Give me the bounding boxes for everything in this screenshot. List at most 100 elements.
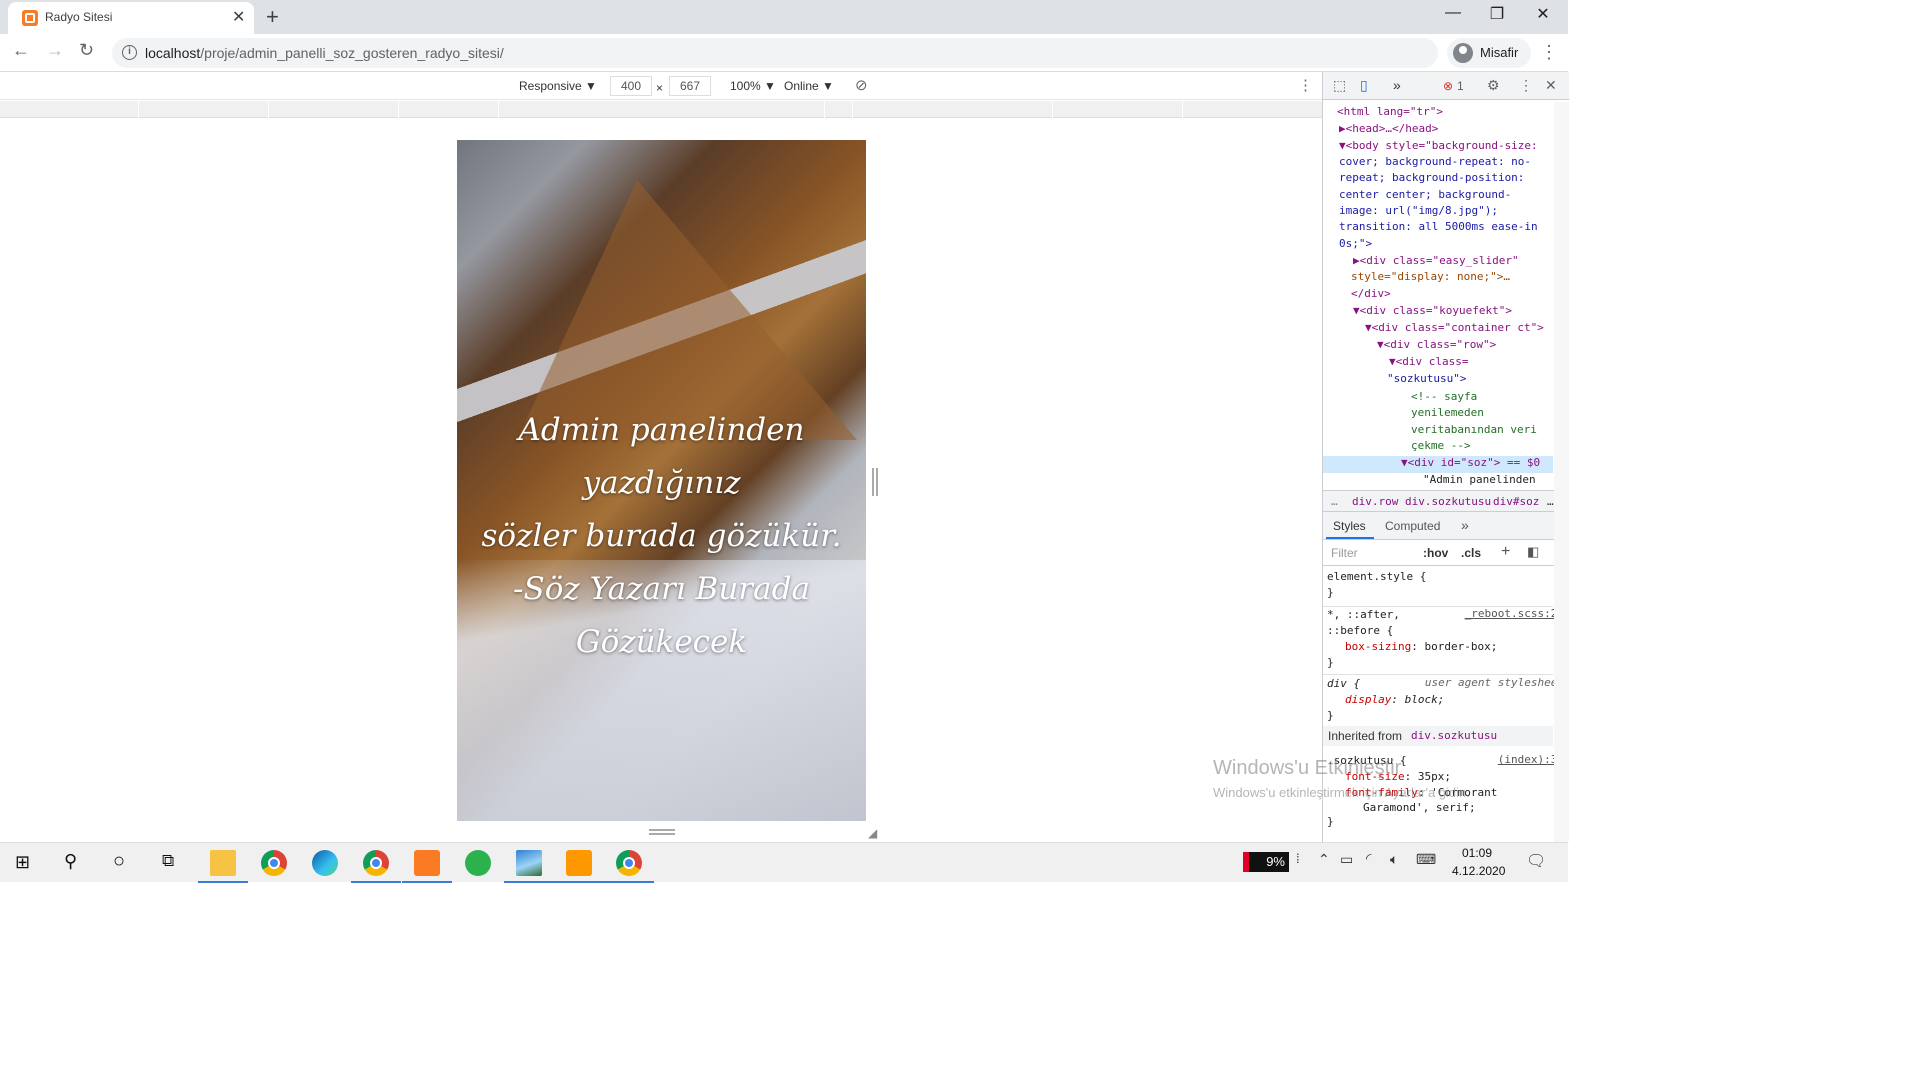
add-rule-icon[interactable]: + [1501,543,1510,561]
breadcrumb-item[interactable]: div.row [1352,495,1398,508]
cortana-icon[interactable]: ○ [113,850,125,873]
address-bar[interactable]: i localhost/proje/admin_panelli_soz_gost… [112,38,1438,68]
task-view-icon[interactable]: ⧉ [162,851,174,871]
inspect-icon[interactable]: ⬚ [1333,77,1346,94]
error-icon[interactable]: ⊗ [1443,79,1453,93]
xampp-icon[interactable] [402,850,452,883]
rule-selector[interactable]: ::before { [1327,623,1393,639]
profile-button[interactable]: Misafir [1447,38,1531,68]
tree-line[interactable]: veritabanından veri [1411,422,1537,438]
clock-time[interactable]: 01:09 [1462,846,1492,860]
back-icon[interactable]: ← [12,40,30,61]
tree-line[interactable]: 0s;"> [1339,236,1372,252]
cls-toggle[interactable]: .cls [1461,546,1481,560]
hov-toggle[interactable]: :hov [1423,546,1448,560]
close-devtools-icon[interactable]: ✕ [1545,77,1557,94]
tree-line[interactable]: ▼<body style="background-size: [1339,138,1538,154]
tree-line[interactable]: <html lang="tr"> [1337,104,1443,120]
tab-computed[interactable]: Computed [1385,519,1440,533]
tree-line-selected[interactable]: ▼<div id="soz"> == $0 [1401,455,1540,471]
browser-tab[interactable]: Radyo Sitesi ✕ [8,2,254,34]
elements-tree[interactable]: <html lang="tr"> ▶<head>…</head> ▼<body … [1323,102,1553,490]
chrome-icon[interactable] [604,850,654,883]
tree-line[interactable]: repeat; background-position: [1339,170,1524,186]
resize-handle-bottom[interactable] [649,829,675,835]
clock-date[interactable]: 4.12.2020 [1452,864,1505,878]
zoom-select[interactable]: 100% ▼ [730,79,776,93]
battery-indicator[interactable]: 9% [1243,852,1289,872]
tree-line[interactable]: ▼<div class= [1389,354,1468,370]
network-select[interactable]: Online ▼ [784,79,834,93]
tree-line[interactable]: cover; background-repeat: no- [1339,154,1531,170]
more-tabs-icon[interactable]: » [1461,517,1469,533]
rule-selector[interactable]: element.style { [1327,569,1426,585]
breadcrumb-item[interactable]: div#soz [1493,495,1539,508]
rule-source-link[interactable]: _reboot.scss:24 [1465,607,1564,620]
breadcrumb-more[interactable]: … [1547,495,1554,508]
close-tab-icon[interactable]: ✕ [232,7,245,27]
resize-handle-right[interactable] [872,468,878,496]
tree-line[interactable]: ▶<div class="easy_slider" [1353,253,1519,269]
forward-icon[interactable]: → [46,40,64,61]
tree-line[interactable]: style="display: none;">… [1351,269,1510,285]
devtools-scrollbar[interactable] [1554,102,1569,842]
device-menu-icon[interactable]: ⋮ [1298,76,1313,94]
tree-line[interactable]: <!-- sayfa [1411,389,1477,405]
tree-line[interactable]: çekme --> [1411,438,1471,454]
tab-styles[interactable]: Styles [1333,519,1366,533]
wifi-icon[interactable]: ◜ [1366,850,1371,867]
tree-line[interactable]: ▼<div class="koyuefekt"> [1353,303,1512,319]
devtools-menu-icon[interactable]: ⋮ [1519,77,1533,94]
chevron-up-icon[interactable]: ⌃ [1318,851,1330,868]
tree-line[interactable]: ▼<div class="container ct"> [1365,320,1544,336]
width-input[interactable]: 400 [610,76,652,96]
responsive-select[interactable]: Responsive ▼ [519,79,597,93]
tree-line[interactable]: "Admin panelinden [1423,472,1536,488]
notifications-icon[interactable]: 🗨︎ [1526,851,1546,871]
windows-start-icon[interactable]: ⊞ [15,852,30,873]
rotate-icon[interactable]: ⊘ [855,76,868,94]
reload-icon[interactable]: ↻ [79,40,94,61]
file-explorer-icon[interactable] [198,850,248,883]
resize-corner-icon[interactable]: ◢ [868,826,877,840]
breadcrumb-item[interactable]: div.sozkutusu [1405,495,1491,508]
media-query-ruler[interactable] [0,101,1322,118]
url-text[interactable]: localhost/proje/admin_panelli_soz_goster… [145,45,504,61]
tree-line[interactable]: ▼<div class="row"> [1377,337,1496,353]
tree-line[interactable]: yenilemeden [1411,405,1484,421]
pen-icon[interactable]: ⁞ [1296,851,1300,866]
breadcrumb-more[interactable]: … [1331,495,1338,508]
toggle-sidebar-icon[interactable]: ◧ [1527,544,1539,560]
rule-selector[interactable]: div { [1327,676,1360,692]
browser-menu-icon[interactable]: ⋮ [1540,42,1558,63]
search-icon[interactable]: ⚲ [64,851,77,872]
photos-icon[interactable] [504,850,554,883]
keyboard-icon[interactable]: ⌨ [1416,851,1436,868]
edge-icon[interactable] [312,850,338,876]
tree-line[interactable]: center center; background- [1339,187,1511,203]
tree-line[interactable]: ▶<head>…</head> [1339,121,1438,137]
more-panels-icon[interactable]: » [1393,77,1401,93]
site-info-icon[interactable]: i [122,45,137,60]
new-tab-icon[interactable]: + [266,4,279,30]
battery-icon[interactable]: ▭ [1340,851,1353,868]
rule-declaration[interactable]: box-sizing: border-box; [1345,639,1497,655]
tree-line[interactable]: "sozkutusu"> [1387,371,1466,387]
filter-input[interactable]: Filter [1331,546,1358,560]
close-window-icon[interactable]: ✕ [1520,4,1566,24]
chrome-icon[interactable] [261,850,287,876]
settings-gear-icon[interactable]: ⚙ [1487,77,1500,94]
restore-icon[interactable]: ❐ [1474,4,1520,24]
maps-icon[interactable] [465,850,491,876]
device-toggle-icon[interactable]: ▯ [1360,77,1368,94]
volume-icon[interactable]: 🔈︎ [1390,851,1398,868]
height-input[interactable]: 667 [669,76,711,96]
sublime-text-icon[interactable] [554,850,604,883]
tree-line[interactable]: image: url("img/8.jpg"); [1339,203,1498,219]
chrome-icon[interactable] [351,850,401,883]
inherited-from-link[interactable]: div.sozkutusu [1411,729,1497,742]
tree-line[interactable]: </div> [1351,286,1391,302]
minimize-icon[interactable]: — [1430,4,1476,22]
rule-selector[interactable]: *, ::after, [1327,607,1400,623]
tree-line[interactable]: transition: all 5000ms ease-in [1339,219,1538,235]
